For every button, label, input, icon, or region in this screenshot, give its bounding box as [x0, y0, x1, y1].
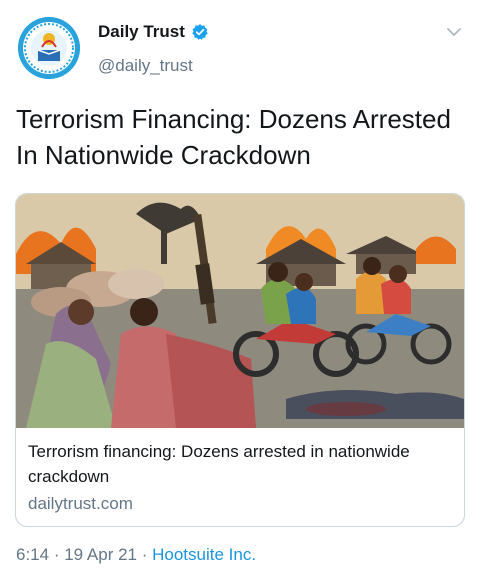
account-name-text: Daily Trust: [98, 22, 185, 41]
meta-separator: ·: [49, 545, 65, 564]
daily-trust-logo-icon: [18, 17, 80, 79]
chevron-down-icon[interactable]: [446, 24, 462, 40]
tweet-meta: 6:14 · 19 Apr 21 · Hootsuite Inc.: [16, 545, 256, 565]
card-title[interactable]: Terrorism financing: Dozens arrested in …: [28, 439, 448, 489]
card-body: Terrorism financing: Dozens arrested in …: [28, 439, 448, 516]
avatar[interactable]: [18, 17, 80, 79]
card-domain: dailytrust.com: [28, 494, 133, 513]
verified-badge-icon: [192, 24, 208, 40]
tweet-time[interactable]: 6:14: [16, 545, 49, 564]
tweet-source-link[interactable]: Hootsuite Inc.: [152, 545, 256, 564]
tweet-date[interactable]: 19 Apr 21: [64, 545, 137, 564]
tweet-text: Terrorism Financing: Dozens Arrested In …: [16, 104, 451, 170]
account-name[interactable]: Daily Trust: [98, 22, 209, 42]
account-handle[interactable]: @daily_trust: [98, 56, 193, 76]
link-card[interactable]: Terrorism financing: Dozens arrested in …: [15, 193, 465, 527]
meta-separator: ·: [136, 545, 153, 564]
card-illustration-image[interactable]: [16, 194, 464, 428]
